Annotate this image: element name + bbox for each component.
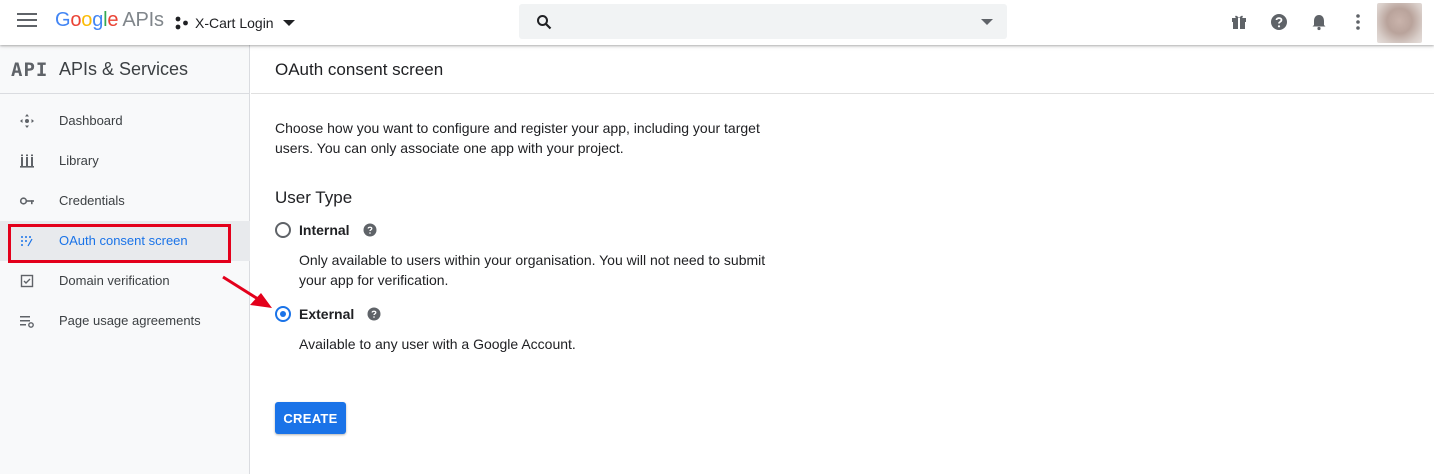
chevron-down-icon bbox=[282, 20, 295, 26]
internal-help-icon[interactable] bbox=[363, 223, 377, 237]
sidebar-title: APIs & Services bbox=[59, 59, 189, 79]
page-title: OAuth consent screen bbox=[275, 60, 444, 79]
sidebar-item-credentials[interactable]: Credentials bbox=[0, 181, 250, 221]
sidebar-header: API APIs & Services bbox=[0, 45, 250, 94]
more-vert-icon[interactable] bbox=[1348, 12, 1368, 32]
dashboard-icon bbox=[20, 114, 34, 128]
project-icon bbox=[175, 16, 188, 30]
search-bar[interactable] bbox=[519, 4, 1007, 39]
avatar[interactable] bbox=[1377, 3, 1422, 43]
external-radio[interactable] bbox=[275, 306, 291, 322]
external-help-icon[interactable] bbox=[367, 307, 381, 321]
help-icon[interactable] bbox=[1269, 12, 1289, 32]
sidebar-item-dashboard[interactable]: Dashboard bbox=[0, 101, 250, 141]
search-icon bbox=[537, 15, 552, 30]
intro-text: Choose how you want to configure and reg… bbox=[275, 120, 760, 156]
checkbox-icon bbox=[20, 274, 34, 288]
settings-list-icon bbox=[20, 316, 34, 328]
dropdown-icon[interactable] bbox=[981, 19, 993, 25]
annotation-arrow-icon bbox=[222, 275, 272, 308]
project-selector[interactable]: X-Cart Login bbox=[175, 12, 295, 34]
internal-radio[interactable] bbox=[275, 222, 291, 238]
sidebar-item-domain-verification[interactable]: Domain verification bbox=[0, 261, 250, 301]
page-header: OAuth consent screen bbox=[251, 45, 1434, 94]
sidebar-item-page-usage-agreements[interactable]: Page usage agreements bbox=[0, 301, 250, 341]
key-icon bbox=[19, 197, 34, 205]
api-logo: API bbox=[11, 59, 49, 81]
user-type-heading: User Type bbox=[275, 188, 353, 207]
create-button[interactable]: CREATE bbox=[275, 402, 346, 434]
top-bar: Google APIs X-Cart Login bbox=[0, 0, 1434, 45]
sidebar-item-library[interactable]: Library bbox=[0, 141, 250, 181]
internal-label[interactable]: Internal bbox=[299, 222, 350, 238]
internal-description: Only available to users within your orga… bbox=[299, 252, 766, 288]
gift-icon[interactable] bbox=[1229, 12, 1249, 32]
notifications-icon[interactable] bbox=[1309, 12, 1329, 32]
menu-icon[interactable] bbox=[17, 13, 37, 29]
external-description: Available to any user with a Google Acco… bbox=[299, 336, 576, 352]
external-label[interactable]: External bbox=[299, 306, 354, 322]
annotation-highlight-box bbox=[8, 224, 231, 263]
google-apis-logo[interactable]: Google APIs bbox=[55, 9, 164, 32]
library-icon bbox=[20, 154, 34, 168]
project-name: X-Cart Login bbox=[195, 15, 274, 31]
